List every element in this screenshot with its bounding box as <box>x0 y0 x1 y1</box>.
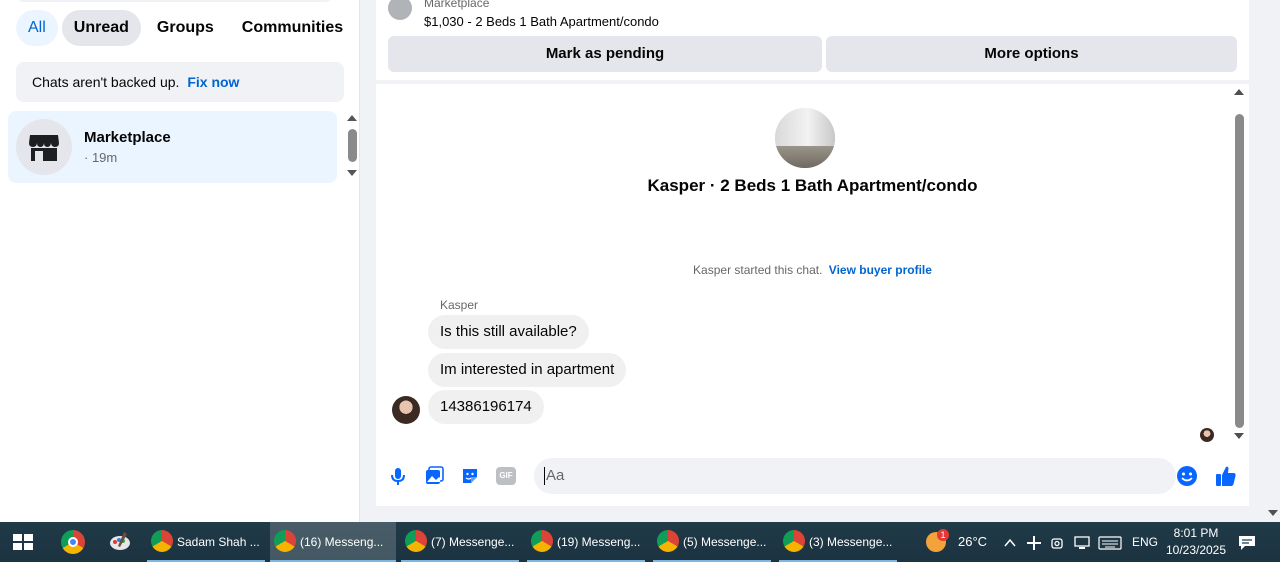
plus-icon[interactable] <box>1026 522 1044 562</box>
message-thread: Kasper · 2 Beds 1 Bath Apartment/condo K… <box>376 84 1249 506</box>
chrome-icon <box>405 530 427 552</box>
taskbar-item-messenger[interactable]: (3) Messenge... <box>779 522 897 562</box>
search-bar-edge <box>16 0 333 2</box>
chrome-center <box>68 537 78 547</box>
thumbs-up-icon[interactable] <box>1214 464 1238 488</box>
chrome-icon <box>783 530 805 552</box>
listing-source: Marketplace <box>424 0 490 10</box>
taskbar-item-label: (3) Messenge... <box>809 535 893 549</box>
listing-title[interactable]: $1,030 - 2 Beds 1 Bath Apartment/condo <box>424 14 659 29</box>
taskbar-item-messenger[interactable]: (7) Messenge... <box>401 522 519 562</box>
system-clock[interactable]: 8:01 PM 10/23/2025 <box>1160 525 1232 559</box>
filter-groups-tab[interactable]: Groups <box>145 10 226 46</box>
emoji-icon[interactable] <box>1175 464 1199 488</box>
chat-list-panel: All Unread Groups Communities Chats aren… <box>0 0 360 522</box>
fix-now-link[interactable]: Fix now <box>187 74 239 90</box>
temperature-label: 26°C <box>958 534 988 549</box>
camera-icon[interactable] <box>1051 522 1067 562</box>
sender-avatar[interactable] <box>392 396 420 424</box>
chat-timestamp: · 19m <box>84 150 118 165</box>
keyboard-icon[interactable] <box>1098 522 1124 562</box>
chrome-pinned-icon[interactable] <box>61 530 85 554</box>
thread-scrollbar[interactable] <box>1235 114 1244 428</box>
clock-date: 10/23/2025 <box>1165 543 1227 557</box>
chrome-icon <box>274 530 296 552</box>
message-input[interactable]: Aa <box>534 458 1176 494</box>
message-bubble[interactable]: Im interested in apartment <box>428 353 627 387</box>
chat-filter-tabs: All Unread Groups Communities <box>16 10 355 46</box>
weather-badge: 1 <box>937 529 949 541</box>
message-bubble[interactable]: Is this still available? <box>428 315 589 349</box>
filter-unread-tab[interactable]: Unread <box>61 10 141 46</box>
chrome-icon <box>151 530 173 552</box>
thread-scroll-up-icon[interactable] <box>1234 89 1244 95</box>
view-buyer-profile-link[interactable]: View buyer profile <box>829 263 932 277</box>
windows-start-icon[interactable] <box>13 534 33 550</box>
taskbar-item-chrome[interactable]: Sadam Shah ... <box>147 522 265 562</box>
taskbar-item-label: (16) Messeng... <box>300 535 384 549</box>
gif-icon[interactable]: GIF <box>494 464 518 488</box>
network-icon[interactable] <box>1073 522 1093 562</box>
header-divider <box>376 80 1249 82</box>
backup-warning-text: Chats aren't backed up. <box>32 74 180 90</box>
notifications-icon[interactable] <box>1238 522 1258 562</box>
chat-started-notice: Kasper started this chat. View buyer pro… <box>376 263 1249 277</box>
message-input-placeholder: Aa <box>546 467 565 484</box>
weather-widget[interactable]: 1 <box>926 522 950 562</box>
chevron-up-icon[interactable] <box>1002 522 1018 562</box>
scroll-up-arrow-icon[interactable] <box>347 115 357 121</box>
chat-list-scrollbar[interactable] <box>348 129 357 162</box>
message-bubble[interactable]: 14386196174 <box>428 390 544 424</box>
taskbar-item-label: (7) Messenge... <box>431 535 515 549</box>
microphone-icon[interactable] <box>386 464 410 488</box>
windows-taskbar: Sadam Shah ... (16) Messeng... (7) Messe… <box>0 522 1280 562</box>
listing-photo[interactable] <box>775 108 835 168</box>
filter-communities-tab[interactable]: Communities <box>230 10 355 46</box>
photo-icon[interactable] <box>422 464 446 488</box>
taskbar-item-messenger-active[interactable]: (16) Messeng... <box>270 522 396 562</box>
chat-title: Marketplace <box>84 129 171 146</box>
more-options-button[interactable]: More options <box>826 36 1237 72</box>
message-composer: GIF Aa <box>376 456 1249 496</box>
chrome-icon <box>657 530 679 552</box>
photo-floor <box>775 146 835 168</box>
marketplace-listing-header: Marketplace $1,030 - 2 Beds 1 Bath Apart… <box>376 0 1249 82</box>
read-receipt-avatar <box>1200 428 1214 442</box>
taskbar-item-messenger[interactable]: (19) Messeng... <box>527 522 645 562</box>
taskbar-item-label: (19) Messeng... <box>557 535 641 549</box>
listing-thumbnail[interactable] <box>388 0 412 20</box>
taskbar-item-label: (5) Messenge... <box>683 535 767 549</box>
taskbar-item-label: Sadam Shah ... <box>177 535 260 549</box>
photo-wall <box>775 108 835 146</box>
thread-product-title: Kasper · 2 Beds 1 Bath Apartment/condo <box>647 176 978 195</box>
paint-app-icon[interactable] <box>108 530 132 554</box>
gif-label: GIF <box>496 467 516 485</box>
filter-all-tab[interactable]: All <box>16 10 58 46</box>
language-indicator[interactable]: ENG <box>1132 522 1158 562</box>
text-caret <box>544 467 545 486</box>
thread-scroll-down-icon[interactable] <box>1234 433 1244 439</box>
chat-list-item-marketplace[interactable]: Marketplace · 19m <box>8 111 337 183</box>
backup-warning-banner: Chats aren't backed up. Fix now <box>16 62 344 102</box>
sticker-icon[interactable] <box>458 464 482 488</box>
chrome-icon <box>531 530 553 552</box>
chat-started-text: Kasper started this chat. <box>693 263 823 277</box>
mark-as-pending-button[interactable]: Mark as pending <box>388 36 822 72</box>
storefront-icon <box>29 135 59 161</box>
page-scroll-down-icon[interactable] <box>1268 510 1278 516</box>
messenger-window: All Unread Groups Communities Chats aren… <box>0 0 1280 522</box>
scroll-down-arrow-icon[interactable] <box>347 170 357 176</box>
clock-time: 8:01 PM <box>1173 526 1219 540</box>
marketplace-avatar <box>16 119 72 175</box>
sender-name: Kasper <box>440 298 479 312</box>
taskbar-item-messenger[interactable]: (5) Messenge... <box>653 522 771 562</box>
